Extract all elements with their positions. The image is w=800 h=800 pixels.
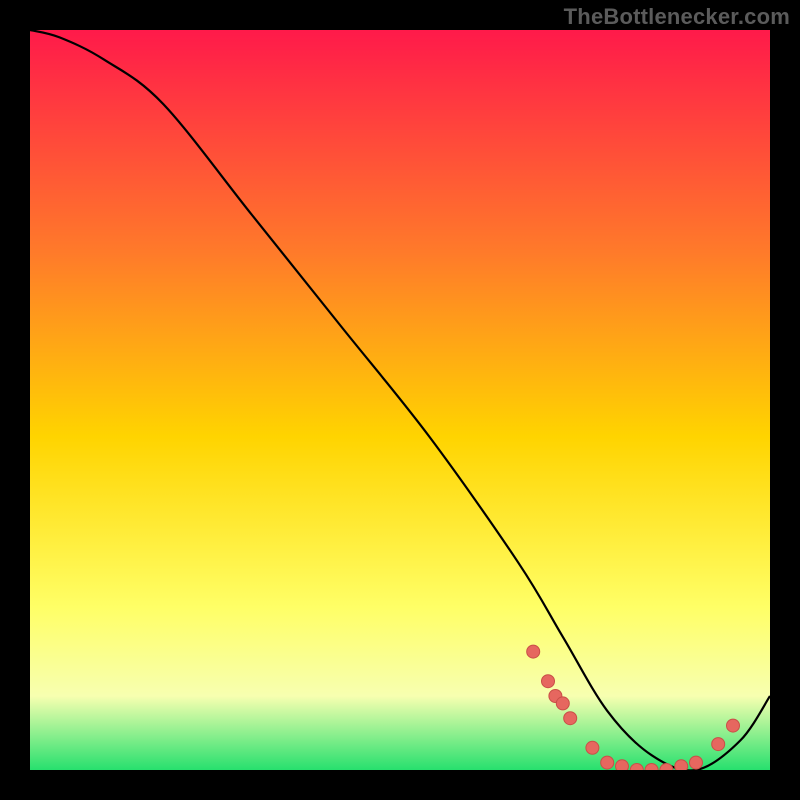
highlight-dot bbox=[601, 756, 614, 769]
highlight-dot bbox=[556, 697, 569, 710]
highlight-dot bbox=[675, 760, 688, 770]
highlight-dot bbox=[564, 712, 577, 725]
highlight-dot bbox=[712, 738, 725, 751]
highlight-dot bbox=[527, 645, 540, 658]
plot-svg bbox=[30, 30, 770, 770]
plot-area bbox=[30, 30, 770, 770]
highlight-dot bbox=[690, 756, 703, 769]
watermark-text: TheBottlenecker.com bbox=[564, 4, 790, 30]
highlight-dot bbox=[586, 741, 599, 754]
chart-frame: TheBottlenecker.com bbox=[0, 0, 800, 800]
highlight-dot bbox=[727, 719, 740, 732]
highlight-dot bbox=[616, 760, 629, 770]
highlight-dot bbox=[542, 675, 555, 688]
